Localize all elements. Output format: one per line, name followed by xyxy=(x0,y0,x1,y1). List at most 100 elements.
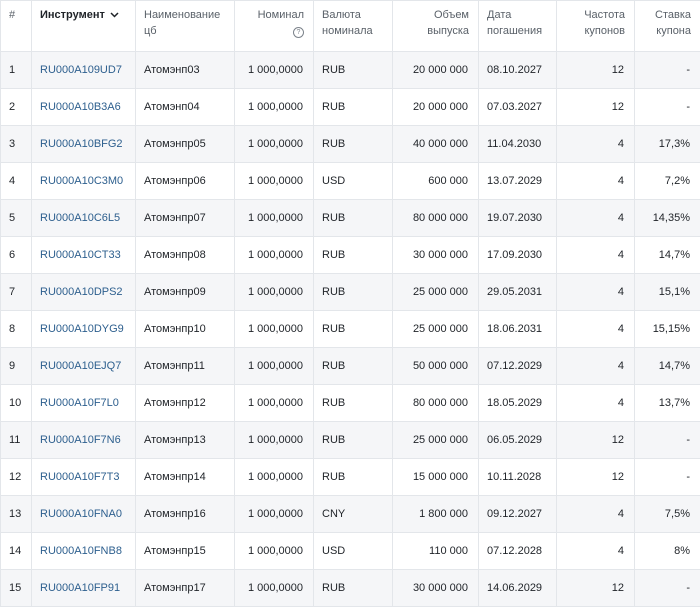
instrument-link[interactable]: RU000A10C6L5 xyxy=(40,212,120,224)
instrument-link-cell[interactable]: RU000A10BFG2 xyxy=(32,126,136,163)
instrument-link-cell[interactable]: RU000A10FNB8 xyxy=(32,533,136,570)
table-row[interactable]: 7RU000A10DPS2Атомэнпр091 000,0000RUB25 0… xyxy=(1,274,700,311)
instrument-link[interactable]: RU000A10F7L0 xyxy=(40,397,119,409)
issue-volume: 25 000 000 xyxy=(413,434,468,446)
maturity-date: 19.07.2030 xyxy=(487,212,542,224)
instrument-link[interactable]: RU000A10F7T3 xyxy=(40,471,120,483)
instrument-link-cell[interactable]: RU000A10C3M0 xyxy=(32,163,136,200)
bond-name: Атомэнпр05 xyxy=(144,138,206,150)
table-row[interactable]: 9RU000A10EJQ7Атомэнпр111 000,0000RUB50 0… xyxy=(1,348,700,385)
coupon-rate-cell: - xyxy=(635,422,700,459)
maturity-date: 18.06.2031 xyxy=(487,323,542,335)
table-row[interactable]: 8RU000A10DYG9Атомэнпр101 000,0000RUB25 0… xyxy=(1,311,700,348)
coupon-rate-cell: 14,7% xyxy=(635,348,700,385)
row-number: 11 xyxy=(9,434,20,446)
instrument-link[interactable]: RU000A10DYG9 xyxy=(40,323,124,335)
coupon-frequency: 4 xyxy=(618,249,624,261)
instrument-link[interactable]: RU000A10F7N6 xyxy=(40,434,121,446)
table-row[interactable]: 11RU000A10F7N6Атомэнпр131 000,0000RUB25 … xyxy=(1,422,700,459)
header-rate[interactable]: Ставка купона xyxy=(635,1,700,52)
table-row[interactable]: 6RU000A10CT33Атомэнпр081 000,0000RUB30 0… xyxy=(1,237,700,274)
table-row[interactable]: 15RU000A10FP91Атомэнпр171 000,0000RUB30 … xyxy=(1,570,700,607)
instrument-link[interactable]: RU000A10C3M0 xyxy=(40,175,123,187)
issue-volume-cell: 1 800 000 xyxy=(393,496,479,533)
instrument-link-cell[interactable]: RU000A109UD7 xyxy=(32,52,136,89)
row-number-cell: 12 xyxy=(1,459,32,496)
header-frequency[interactable]: Частота купонов xyxy=(557,1,635,52)
coupon-rate: 14,7% xyxy=(659,249,690,261)
table-row[interactable]: 1RU000A109UD7Атомэнп031 000,0000RUB20 00… xyxy=(1,52,700,89)
table-row[interactable]: 2RU000A10B3A6Атомэнп041 000,0000RUB20 00… xyxy=(1,89,700,126)
coupon-frequency-cell: 4 xyxy=(557,311,635,348)
instrument-link-cell[interactable]: RU000A10F7N6 xyxy=(32,422,136,459)
header-maturity[interactable]: Дата погашения xyxy=(479,1,557,52)
instrument-link[interactable]: RU000A10EJQ7 xyxy=(40,360,121,372)
header-volume[interactable]: Объем выпуска xyxy=(393,1,479,52)
row-number-cell: 5 xyxy=(1,200,32,237)
instrument-link-cell[interactable]: RU000A10DPS2 xyxy=(32,274,136,311)
issue-volume: 110 000 xyxy=(429,545,468,557)
coupon-rate-cell: - xyxy=(635,570,700,607)
coupon-frequency: 4 xyxy=(618,545,624,557)
row-number-cell: 11 xyxy=(1,422,32,459)
instrument-link[interactable]: RU000A10CT33 xyxy=(40,249,121,261)
issue-volume-cell: 40 000 000 xyxy=(393,126,479,163)
instrument-link-cell[interactable]: RU000A10FP91 xyxy=(32,570,136,607)
coupon-rate: 15,15% xyxy=(653,323,690,335)
table-row[interactable]: 5RU000A10C6L5Атомэнпр071 000,0000RUB80 0… xyxy=(1,200,700,237)
table-row[interactable]: 12RU000A10F7T3Атомэнпр141 000,0000RUB15 … xyxy=(1,459,700,496)
instrument-link-cell[interactable]: RU000A10F7L0 xyxy=(32,385,136,422)
instrument-link[interactable]: RU000A10DPS2 xyxy=(40,286,123,298)
instrument-link-cell[interactable]: RU000A10DYG9 xyxy=(32,311,136,348)
instrument-link-cell[interactable]: RU000A10C6L5 xyxy=(32,200,136,237)
nominal-currency-cell: RUB xyxy=(314,385,393,422)
instrument-link-cell[interactable]: RU000A10F7T3 xyxy=(32,459,136,496)
table-row[interactable]: 10RU000A10F7L0Атомэнпр121 000,0000RUB80 … xyxy=(1,385,700,422)
row-number: 6 xyxy=(9,249,15,261)
chevron-down-icon[interactable] xyxy=(110,7,119,23)
coupon-frequency: 4 xyxy=(618,138,624,150)
instrument-link[interactable]: RU000A10FNA0 xyxy=(40,508,122,520)
nominal-value-cell: 1 000,0000 xyxy=(235,274,314,311)
coupon-rate: - xyxy=(686,64,690,76)
instrument-link-cell[interactable]: RU000A10B3A6 xyxy=(32,89,136,126)
instrument-link[interactable]: RU000A10FP91 xyxy=(40,582,120,594)
coupon-frequency-cell: 12 xyxy=(557,89,635,126)
issue-volume-cell: 50 000 000 xyxy=(393,348,479,385)
issue-volume: 25 000 000 xyxy=(413,323,468,335)
bond-name-cell: Атомэнп03 xyxy=(136,52,235,89)
table-header: # Инструмент Наименование цб Номинал ? В… xyxy=(1,1,700,52)
header-currency[interactable]: Валюта номинала xyxy=(314,1,393,52)
issue-volume: 20 000 000 xyxy=(413,64,468,76)
instrument-link[interactable]: RU000A10FNB8 xyxy=(40,545,122,557)
instrument-link[interactable]: RU000A10B3A6 xyxy=(40,101,121,113)
instrument-link-cell[interactable]: RU000A10FNA0 xyxy=(32,496,136,533)
nominal-value-cell: 1 000,0000 xyxy=(235,570,314,607)
bond-name-cell: Атомэнпр13 xyxy=(136,422,235,459)
question-circle-icon[interactable]: ? xyxy=(293,27,304,38)
table-row[interactable]: 14RU000A10FNB8Атомэнпр151 000,0000USD110… xyxy=(1,533,700,570)
maturity-date-cell: 07.03.2027 xyxy=(479,89,557,126)
row-number-cell: 3 xyxy=(1,126,32,163)
instrument-link[interactable]: RU000A10BFG2 xyxy=(40,138,123,150)
header-instrument-label: Инструмент xyxy=(40,9,105,21)
table-row[interactable]: 13RU000A10FNA0Атомэнпр161 000,0000CNY1 8… xyxy=(1,496,700,533)
coupon-frequency: 4 xyxy=(618,175,624,187)
row-number-cell: 7 xyxy=(1,274,32,311)
instrument-link-cell[interactable]: RU000A10EJQ7 xyxy=(32,348,136,385)
maturity-date: 07.03.2027 xyxy=(487,101,542,113)
header-name[interactable]: Наименование цб xyxy=(136,1,235,52)
coupon-rate-cell: 15,1% xyxy=(635,274,700,311)
nominal-currency-cell: RUB xyxy=(314,348,393,385)
issue-volume: 25 000 000 xyxy=(413,286,468,298)
instrument-link-cell[interactable]: RU000A10CT33 xyxy=(32,237,136,274)
row-number: 10 xyxy=(9,397,21,409)
bond-name: Атомэнп03 xyxy=(144,64,200,76)
row-number: 2 xyxy=(9,101,15,113)
nominal-value: 1 000,0000 xyxy=(248,397,303,409)
table-row[interactable]: 4RU000A10C3M0Атомэнпр061 000,0000USD600 … xyxy=(1,163,700,200)
table-row[interactable]: 3RU000A10BFG2Атомэнпр051 000,0000RUB40 0… xyxy=(1,126,700,163)
header-instrument[interactable]: Инструмент xyxy=(32,1,136,52)
header-nominal[interactable]: Номинал ? xyxy=(235,1,314,52)
instrument-link[interactable]: RU000A109UD7 xyxy=(40,64,122,76)
